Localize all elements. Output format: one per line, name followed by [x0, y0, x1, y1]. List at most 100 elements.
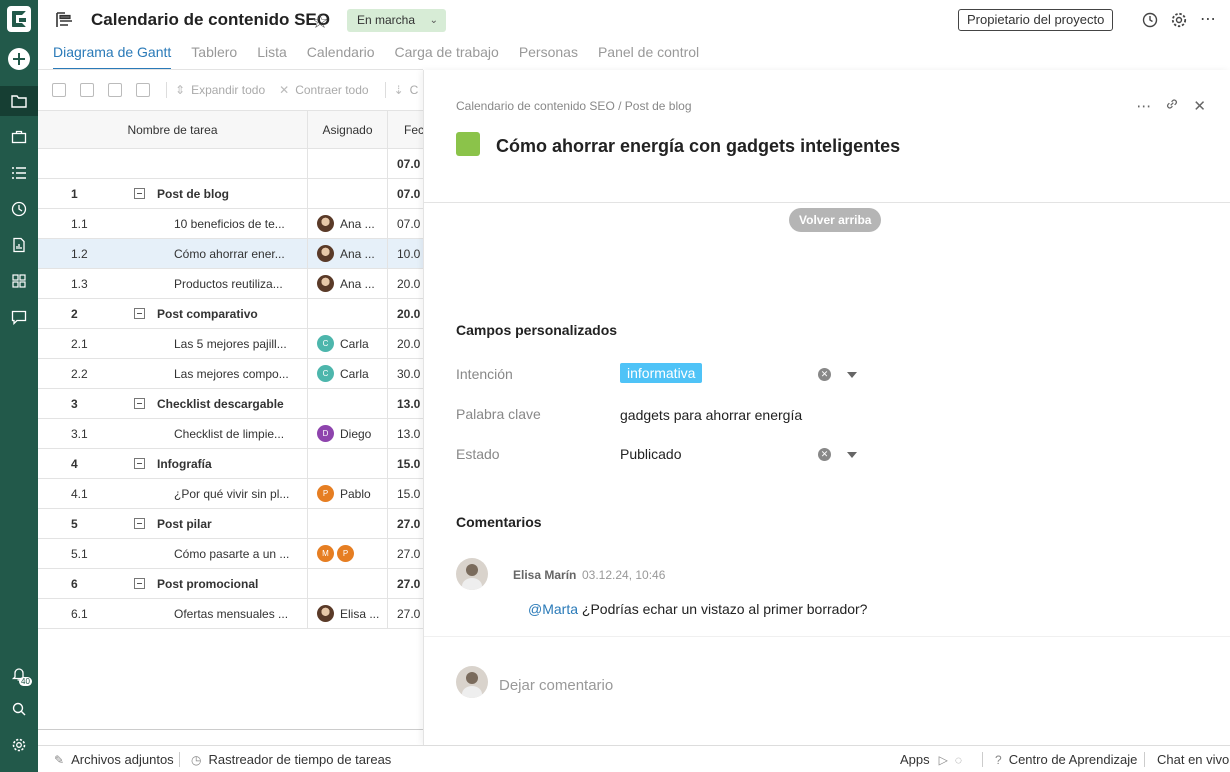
add-milestone-icon[interactable] [136, 83, 150, 97]
intent-tag[interactable]: informativa [620, 363, 703, 383]
task-name[interactable]: Cómo ahorrar ener... [174, 247, 285, 261]
app-logo[interactable] [7, 6, 31, 32]
comment-input-area[interactable]: Dejar comentario [424, 636, 1230, 745]
assignee-cell[interactable]: Ana ... [308, 209, 388, 238]
chat-icon[interactable] [0, 302, 38, 332]
table-row[interactable]: 2.1 Las 5 mejores pajill... C Carla 20.0 [38, 329, 423, 359]
assignee-cell[interactable]: Ana ... [308, 269, 388, 298]
task-color-square[interactable] [456, 132, 480, 156]
table-row[interactable]: 4.1 ¿Por qué vivir sin pl... P Pablo 15.0 [38, 479, 423, 509]
tab-calendar[interactable]: Calendario [307, 44, 375, 70]
more-options-icon[interactable]: ⋯ [1199, 11, 1217, 29]
task-name[interactable]: Post comparativo [157, 307, 258, 321]
comment-mention[interactable]: @Marta [528, 601, 578, 617]
assignee-cell[interactable]: C Carla [308, 329, 388, 358]
table-row[interactable]: 2.2 Las mejores compo... C Carla 30.0 [38, 359, 423, 389]
expand-all-button[interactable]: ⇕ Expandir todo [175, 83, 265, 97]
table-row[interactable]: 1.1 10 beneficios de te... Ana ... 07.0 [38, 209, 423, 239]
keyword-value[interactable]: gadgets para ahorrar energía [620, 407, 802, 423]
assignee-cell[interactable]: D Diego [308, 419, 388, 448]
table-row[interactable]: 5 Post pilar 27.0 [38, 509, 423, 539]
table-row[interactable]: 2 Post comparativo 20.0 [38, 299, 423, 329]
history-icon[interactable] [1141, 11, 1159, 29]
collapse-group-icon[interactable] [134, 398, 145, 409]
task-name[interactable]: Checklist descargable [157, 397, 284, 411]
apps-grid-icon[interactable] [0, 266, 38, 296]
collapse-group-icon[interactable] [134, 458, 145, 469]
report-icon[interactable] [0, 230, 38, 260]
task-name[interactable]: ¿Por qué vivir sin pl... [174, 487, 289, 501]
task-name[interactable]: 10 beneficios de te... [174, 217, 285, 231]
assignee-cell[interactable] [308, 179, 388, 208]
table-row[interactable]: 1.2 Cómo ahorrar ener... Ana ... 10.0 [38, 239, 423, 269]
project-owner-button[interactable]: Propietario del proyecto [958, 9, 1114, 31]
add-subtask-icon[interactable] [108, 83, 122, 97]
bell-icon[interactable]: 40 [0, 659, 38, 689]
assignee-cell[interactable]: Elisa ... [308, 599, 388, 628]
collapse-group-icon[interactable] [134, 188, 145, 199]
assignee-cell[interactable]: P Pablo [308, 479, 388, 508]
breadcrumb[interactable]: Calendario de contenido SEO / Post de bl… [456, 99, 692, 113]
list-icon[interactable] [0, 158, 38, 188]
status-dropdown-arrow-icon[interactable] [847, 452, 857, 458]
tab-list[interactable]: Lista [257, 44, 287, 70]
sort-button[interactable]: ⇣ C [394, 83, 419, 97]
collapse-all-button[interactable]: ✕ Contraer todo [279, 83, 368, 97]
table-row-project[interactable]: 07.0 [38, 149, 423, 179]
task-name[interactable]: Productos reutiliza... [174, 277, 283, 291]
add-icon[interactable] [8, 48, 30, 70]
collapse-group-icon[interactable] [134, 578, 145, 589]
comment-author[interactable]: Elisa Marín [513, 568, 576, 582]
tab-dashboard[interactable]: Panel de control [598, 44, 699, 70]
favorite-star-icon[interactable]: ☆ [311, 9, 329, 34]
assignee-cell[interactable]: Ana ... [308, 239, 388, 268]
table-row[interactable]: 3.1 Checklist de limpie... D Diego 13.0 [38, 419, 423, 449]
learning-center-button[interactable]: ? Centro de Aprendizaje [995, 752, 1137, 767]
intent-dropdown-arrow-icon[interactable] [847, 372, 857, 378]
assignee-cell[interactable] [308, 389, 388, 418]
comment-input[interactable]: Dejar comentario [499, 677, 613, 694]
table-row[interactable]: 1.3 Productos reutiliza... Ana ... 20.0 [38, 269, 423, 299]
task-name[interactable]: Cómo pasarte a un ... [174, 547, 289, 561]
assignee-cell[interactable] [308, 449, 388, 478]
task-name[interactable]: Ofertas mensuales ... [174, 607, 288, 621]
column-header-name[interactable]: Nombre de tarea [38, 111, 308, 148]
google-play-icon[interactable]: ▷ [939, 753, 948, 767]
task-name[interactable]: Post pilar [157, 517, 212, 531]
live-chat-button[interactable]: Chat en vivo [1157, 752, 1229, 767]
select-checkbox-icon[interactable] [52, 83, 66, 97]
task-title[interactable]: Cómo ahorrar energía con gadgets intelig… [496, 136, 900, 157]
table-row[interactable]: 6 Post promocional 27.0 [38, 569, 423, 599]
tab-gantt[interactable]: Diagrama de Gantt [53, 44, 172, 70]
link-icon[interactable] [1165, 97, 1179, 115]
table-row[interactable]: 4 Infografía 15.0 [38, 449, 423, 479]
assignee-cell[interactable]: C Carla [308, 359, 388, 388]
column-header-assignee[interactable]: Asignado [308, 111, 388, 148]
clock-icon[interactable] [0, 194, 38, 224]
assignee-cell[interactable] [308, 569, 388, 598]
task-name[interactable]: Post de blog [157, 187, 229, 201]
table-row[interactable]: 1 Post de blog 07.0 [38, 179, 423, 209]
task-name[interactable]: Checklist de limpie... [174, 427, 284, 441]
settings-icon[interactable] [1170, 11, 1188, 29]
assignee-cell[interactable] [308, 509, 388, 538]
apple-icon[interactable]: ◌ [955, 753, 962, 767]
collapse-group-icon[interactable] [134, 518, 145, 529]
back-to-top-button[interactable]: Volver arriba [789, 208, 882, 232]
table-row[interactable]: 6.1 Ofertas mensuales ... Elisa ... 27.0 [38, 599, 423, 629]
briefcase-icon[interactable] [0, 122, 38, 152]
table-row[interactable]: 3 Checklist descargable 13.0 [38, 389, 423, 419]
task-name[interactable]: Infografía [157, 457, 212, 471]
folder-icon[interactable] [0, 86, 38, 116]
clear-intent-icon[interactable]: ✕ [818, 368, 831, 381]
add-task-icon[interactable] [80, 83, 94, 97]
task-name[interactable]: Las 5 mejores pajill... [174, 337, 287, 351]
clear-status-icon[interactable]: ✕ [818, 448, 831, 461]
task-name[interactable]: Post promocional [157, 577, 258, 591]
table-row[interactable]: 5.1 Cómo pasarte a un ... M P 27.0 [38, 539, 423, 569]
status-value[interactable]: Publicado [620, 446, 682, 462]
settings-gear-icon[interactable] [0, 730, 38, 760]
task-name[interactable]: Las mejores compo... [174, 367, 289, 381]
close-icon[interactable]: ✕ [1193, 97, 1206, 115]
apps-button[interactable]: Apps ▷ ◌ [900, 752, 969, 767]
